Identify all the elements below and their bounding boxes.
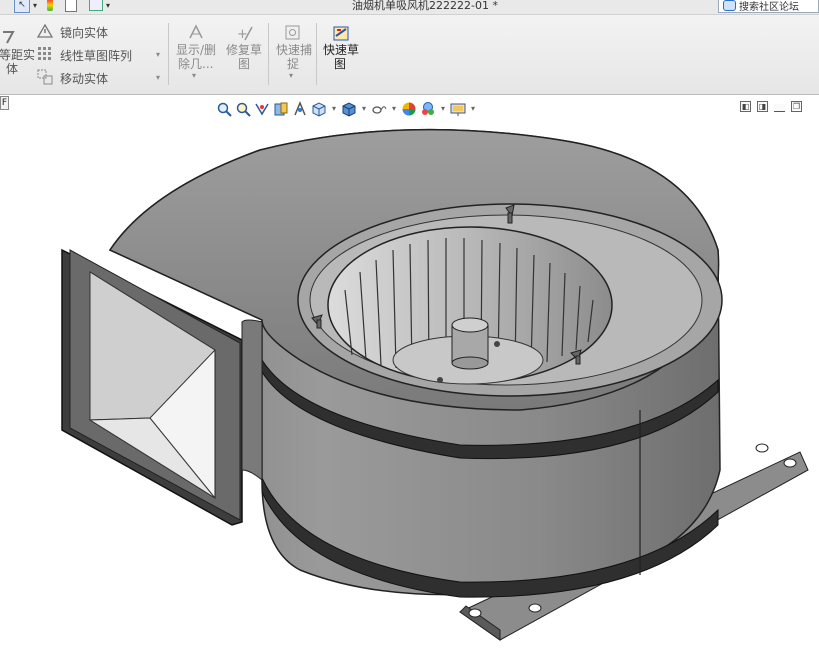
options-icon[interactable]	[89, 0, 104, 11]
mirror-entities-label: 镜向实体	[60, 26, 109, 40]
dynamic-annotation-icon[interactable]	[292, 101, 308, 117]
apply-scene-icon[interactable]	[420, 101, 436, 117]
offset-entities-label-2: 体	[6, 62, 19, 76]
graphics-area-blower-model[interactable]	[0, 120, 819, 664]
quick-snaps-icon	[285, 25, 300, 40]
command-manager-ribbon: 等距实 体 镜向实体 线性草图阵列 ▾ 移动实体 ▾ 显示/删 除几... ▾ …	[0, 15, 819, 95]
ribbon-divider	[268, 23, 269, 85]
mirror-entities-button[interactable]: 镜向实体	[36, 23, 156, 41]
chevron-down-icon[interactable]: ▾	[192, 71, 196, 80]
move-entities-icon	[37, 69, 53, 85]
svg-text:+: +	[237, 27, 248, 42]
zoom-to-area-icon[interactable]	[235, 101, 251, 117]
hide-show-items-icon[interactable]	[371, 101, 387, 117]
chevron-down-icon[interactable]: ▾	[390, 101, 398, 117]
search-community-label: 搜索社区论坛	[739, 2, 799, 13]
chat-bubble-icon	[723, 0, 736, 11]
previous-view-icon[interactable]	[254, 101, 270, 117]
feature-tree-tab[interactable]: F	[0, 96, 9, 110]
chevron-down-icon[interactable]: ▾	[469, 101, 477, 117]
repair-sketch-icon: +	[237, 26, 253, 42]
display-delete-label-2: 除几...	[178, 57, 214, 71]
view-orientation-icon[interactable]	[311, 101, 327, 117]
select-arrow-icon[interactable]: ↖	[14, 0, 30, 13]
minimize-icon[interactable]	[774, 104, 785, 112]
chevron-down-icon[interactable]: ▾	[439, 101, 447, 117]
chevron-down-icon[interactable]: ▾	[33, 1, 37, 10]
title-bar: ↖ ▾ ▾ 油烟机单吸风机222222-01 * 搜索社区论坛	[0, 0, 819, 15]
move-entities-button[interactable]: 移动实体 ▾	[36, 68, 166, 86]
ribbon-divider	[168, 23, 169, 85]
chevron-down-icon[interactable]: ▾	[106, 1, 110, 10]
window-title: 油烟机单吸风机222222-01 *	[352, 0, 498, 12]
collapse-left-icon[interactable]: ◧	[740, 101, 751, 112]
chevron-down-icon[interactable]: ▾	[156, 50, 160, 59]
repair-sketch-button[interactable]: + 修复草 图	[224, 23, 266, 79]
mirror-warning-icon	[37, 24, 53, 38]
search-community-field[interactable]: 搜索社区论坛	[718, 0, 819, 13]
rapid-sketch-icon	[333, 26, 349, 41]
edit-appearance-icon[interactable]	[401, 101, 417, 117]
section-view-icon[interactable]	[273, 101, 289, 117]
chevron-down-icon[interactable]: ▾	[360, 101, 368, 117]
offset-entities-button[interactable]: 等距实 体	[0, 29, 35, 79]
linear-pattern-icon	[38, 47, 51, 60]
zoom-to-fit-icon[interactable]	[216, 101, 232, 117]
repair-sketch-label-2: 图	[238, 57, 251, 71]
linear-sketch-pattern-button[interactable]: 线性草图阵列 ▾	[36, 45, 166, 63]
view-settings-icon[interactable]	[450, 101, 466, 117]
quick-snaps-button[interactable]: 快速捕 捉 ▾	[272, 23, 314, 87]
relations-icon	[189, 24, 203, 39]
rapid-sketch-button[interactable]: 快速草 图	[320, 23, 364, 83]
restore-icon[interactable]: ❐	[791, 101, 802, 112]
traffic-light-icon[interactable]	[47, 0, 54, 11]
viewport-window-controls: ◧ ◨ ❐	[740, 101, 802, 115]
clipboard-icon[interactable]	[65, 0, 78, 12]
chevron-down-icon[interactable]: ▾	[330, 101, 338, 117]
quick-access-toolbar: ↖ ▾ ▾	[14, 0, 110, 13]
ribbon-divider	[316, 23, 317, 85]
rapid-sketch-label-2: 图	[334, 57, 347, 71]
offset-entities-icon	[3, 31, 15, 44]
quick-snaps-label-2: 捉	[287, 57, 300, 71]
linear-pattern-label: 线性草图阵列	[60, 49, 133, 63]
display-style-icon[interactable]	[341, 101, 357, 117]
heads-up-view-toolbar: ▾ ▾ ▾ ▾ ▾	[216, 99, 477, 119]
collapse-right-icon[interactable]: ◨	[757, 101, 768, 112]
chevron-down-icon[interactable]: ▾	[156, 73, 160, 82]
display-delete-relations-button[interactable]: 显示/删 除几... ▾	[172, 23, 220, 87]
chevron-down-icon[interactable]: ▾	[289, 71, 293, 80]
move-entities-label: 移动实体	[60, 72, 109, 86]
